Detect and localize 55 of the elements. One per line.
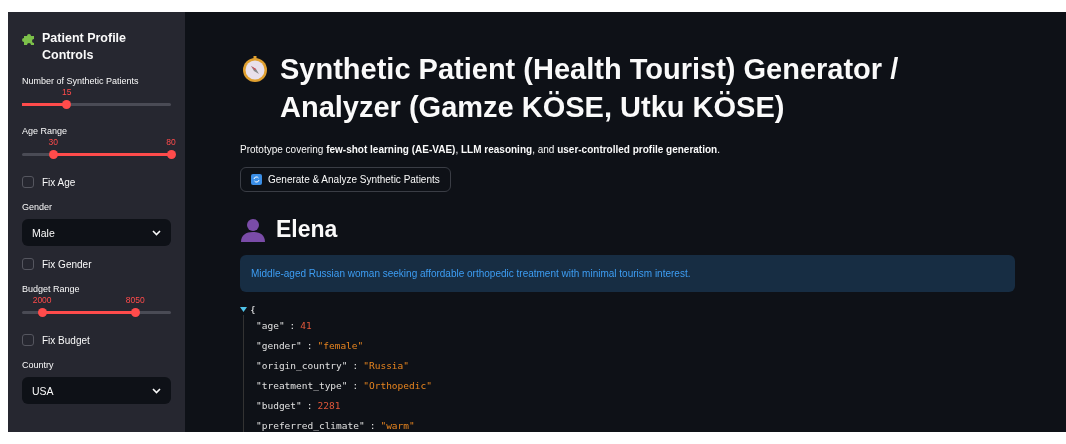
chevron-down-icon — [152, 387, 161, 394]
info-banner: Middle-aged Russian woman seeking affordable orthopedic treatment with minimal tourism interest. — [240, 255, 1015, 292]
checkbox-label: Fix Gender — [42, 258, 92, 270]
slider-value: 80 — [166, 137, 176, 147]
person-silhouette-icon — [240, 217, 266, 242]
json-value: 2281 — [317, 399, 341, 411]
select-label: Gender — [22, 202, 54, 212]
slider-value: 2000 — [32, 295, 52, 305]
generate-button[interactable]: Generate & Analyze Synthetic Patients — [240, 167, 451, 192]
json-value: "female" — [317, 339, 364, 351]
json-colon: : — [352, 359, 359, 371]
slider-value: 30 — [48, 137, 58, 147]
slider-thumb[interactable] — [62, 100, 72, 109]
checkbox[interactable] — [22, 258, 34, 270]
json-value: "Orthopedic" — [363, 379, 432, 391]
json-colon: : — [352, 379, 359, 391]
chevron-down-icon — [152, 229, 161, 236]
json-key: "age" — [256, 319, 285, 331]
json-colon: : — [306, 339, 313, 351]
slider-label: Number of Synthetic Patients — [22, 76, 140, 86]
json-key: "gender" — [256, 339, 302, 351]
json-colon: : — [369, 419, 376, 431]
slider-thumb[interactable] — [48, 150, 58, 159]
sidebar-title: Patient Profile Controls — [42, 30, 128, 64]
json-value: "warm" — [380, 419, 415, 431]
expand-toggle-icon[interactable] — [240, 307, 247, 312]
json-brace: { — [250, 304, 256, 315]
json-key: "budget" — [256, 399, 302, 411]
select-dropdown[interactable]: USA — [22, 377, 171, 404]
select-dropdown[interactable]: Male — [22, 219, 171, 246]
checkbox-label: Fix Budget — [42, 334, 90, 346]
caption-text: Prototype covering few-shot learning (AE-VAE), LLM reasoning, and user-controlled profile generation. — [240, 144, 721, 155]
page-title: Synthetic Patient (Health Tourist) Generator / Analyzer (Gamze KÖSE, Utku KÖSE) — [280, 52, 900, 125]
checkbox[interactable] — [22, 334, 34, 346]
slider-value: 15 — [61, 87, 72, 97]
refresh-icon — [251, 174, 262, 185]
select-label: Country — [22, 360, 55, 370]
slider-thumb[interactable] — [130, 308, 140, 317]
json-value: 41 — [300, 319, 312, 331]
compass-icon — [240, 54, 270, 84]
puzzle-piece-icon — [22, 32, 36, 46]
json-key: "treatment_type" — [256, 379, 348, 391]
slider-value: 8050 — [125, 295, 145, 305]
json-colon: : — [306, 399, 313, 411]
slider-thumb[interactable] — [166, 150, 176, 159]
patient-name: Elena — [276, 216, 338, 243]
checkbox[interactable] — [22, 176, 34, 188]
json-key: "origin_country" — [256, 359, 348, 371]
slider-thumb[interactable] — [37, 308, 47, 317]
checkbox-label: Fix Age — [42, 176, 76, 188]
slider-label: Age Range — [22, 126, 69, 136]
json-colon: : — [289, 319, 296, 331]
slider-label: Budget Range — [22, 284, 81, 294]
json-value: "Russia" — [363, 359, 409, 371]
json-key: "preferred_climate" — [256, 419, 365, 431]
